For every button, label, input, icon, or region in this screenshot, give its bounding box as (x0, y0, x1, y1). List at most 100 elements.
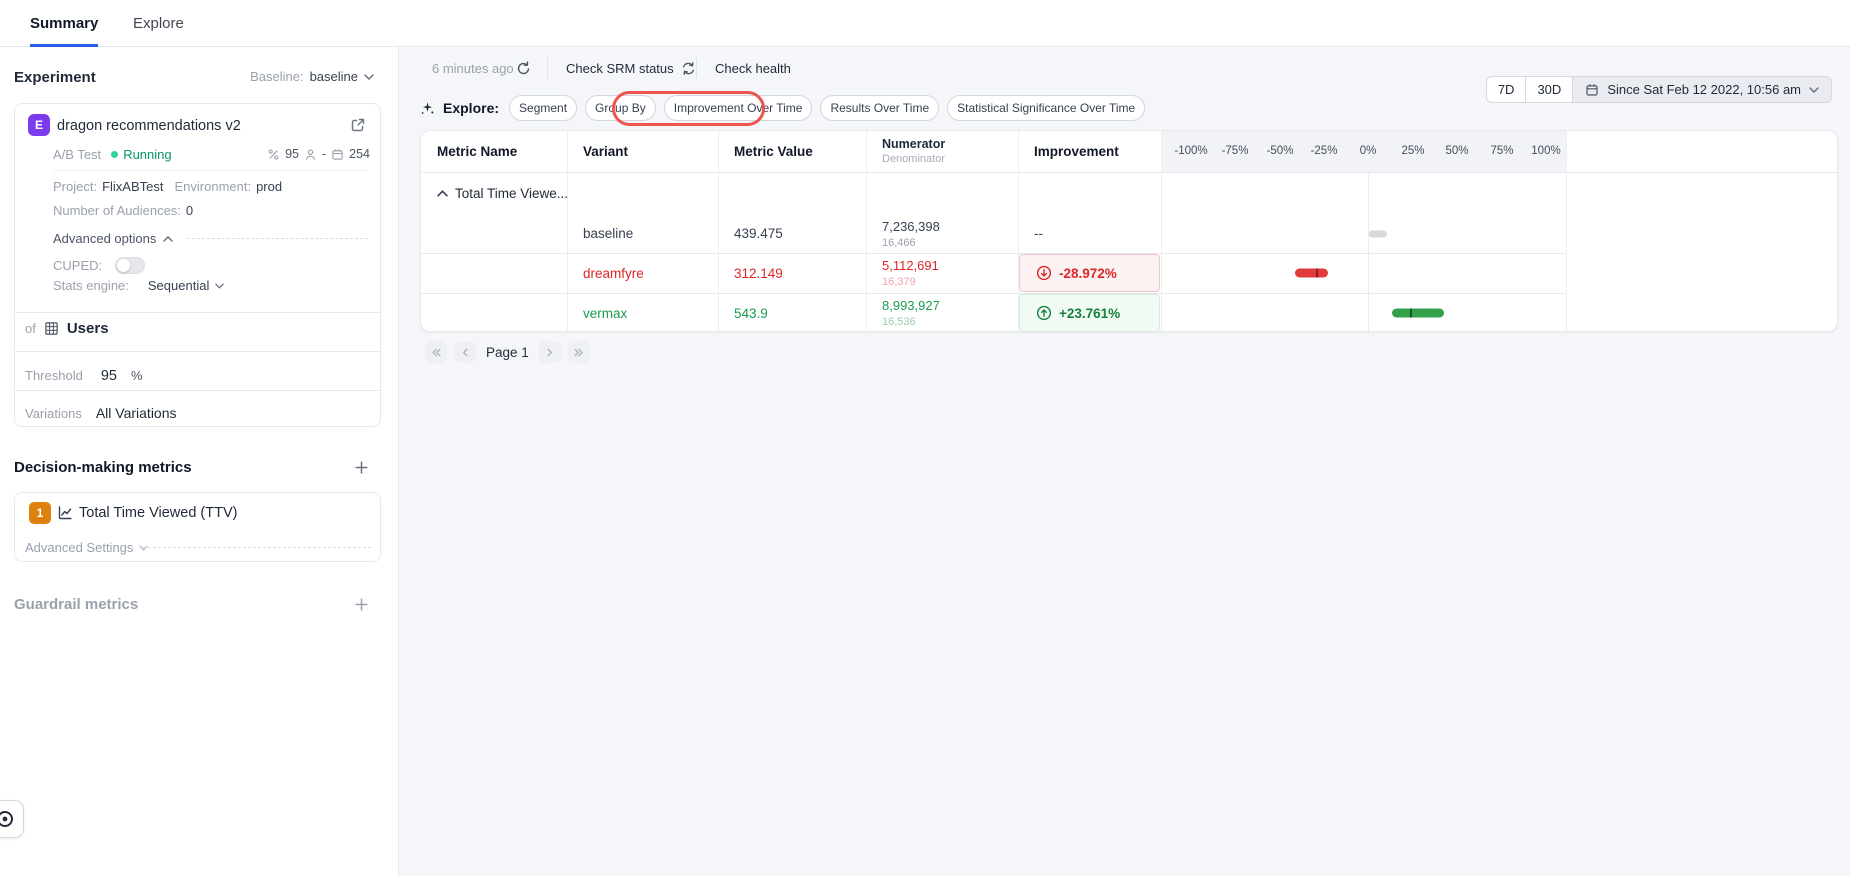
cuped-row: CUPED: (53, 257, 146, 274)
advanced-settings-label: Advanced Settings (25, 540, 134, 555)
unit-type-row[interactable]: of Users (25, 320, 109, 337)
help-widget-button[interactable] (0, 800, 24, 838)
axis-tick: 75% (1490, 145, 1514, 157)
add-decision-metric-button[interactable] (354, 460, 370, 476)
stats-engine-value: Sequential (147, 278, 210, 293)
variations-value[interactable]: All Variations (96, 405, 177, 421)
confidence-interval-bar (1161, 293, 1566, 333)
axis-tick: -100% (1174, 145, 1208, 157)
refresh-button[interactable] (516, 60, 531, 76)
metric-value: 312.149 (734, 265, 783, 281)
experiment-section-title: Experiment (14, 69, 96, 86)
divider (187, 238, 368, 239)
col-header-metric-value: Metric Value (734, 144, 813, 159)
divider (567, 131, 568, 333)
chevron-right-icon (547, 348, 553, 356)
guardrail-metrics-title: Guardrail metrics (14, 596, 139, 613)
explore-bar: Explore: Segment Group By Improvement Ov… (420, 95, 1146, 121)
explore-segment-button[interactable]: Segment (509, 95, 578, 121)
baseline-value: baseline (309, 69, 358, 84)
explore-group-by-button[interactable]: Group By (585, 95, 656, 121)
divider (53, 170, 368, 171)
last-page-button[interactable] (567, 341, 590, 363)
threshold-value[interactable]: 95 (101, 368, 117, 384)
tab-summary[interactable]: Summary (30, 0, 99, 47)
axis-tick: -25% (1310, 145, 1338, 157)
tab-summary-label: Summary (30, 15, 99, 32)
threshold-row: Threshold 95 % (25, 361, 143, 390)
segment-label: Segment (519, 101, 568, 115)
chevron-down-icon (1809, 86, 1819, 93)
next-page-button[interactable] (538, 341, 561, 363)
stats-engine-selector[interactable]: Sequential (147, 278, 225, 293)
confidence-interval-bar (1161, 214, 1566, 253)
results-over-time-label: Results Over Time (830, 101, 930, 115)
prev-page-button[interactable] (454, 341, 476, 363)
numerator-value: 8,993,927 (882, 298, 940, 313)
ci-center-tick (1316, 268, 1319, 278)
check-srm-button[interactable]: Check SRM status (566, 60, 696, 76)
metric-name: Total Time Viewed (TTV) (79, 505, 238, 521)
numerator-denominator: 8,993,927 16,536 (882, 298, 940, 328)
page-indicator: Page 1 (486, 344, 529, 360)
results-table: -100% -75% -50% -25% 0% 25% 50% 75% 100%… (420, 130, 1839, 333)
improvement-badge-positive: +23.761% (1019, 294, 1160, 332)
improvement-value: +23.761% (1059, 305, 1121, 321)
bullseye-icon (0, 811, 13, 827)
metric-rank-badge: 1 (29, 502, 51, 524)
pagination: Page 1 (425, 341, 590, 363)
ci-bar-negative (1295, 268, 1329, 278)
circle-arrow-down-icon (1036, 265, 1052, 281)
improvement-value: -- (1034, 226, 1043, 241)
advanced-options-toggle[interactable]: Advanced options (53, 231, 174, 246)
open-experiment-button[interactable] (350, 117, 366, 133)
divider (696, 58, 697, 78)
last-refresh-label: 6 minutes ago (432, 60, 514, 76)
improvement-value: -28.972% (1059, 265, 1117, 281)
denominator-header-label: Denominator (882, 153, 945, 165)
decision-metric-card[interactable]: 1 Total Time Viewed (TTV) Advanced Setti… (14, 492, 381, 562)
advanced-options-label: Advanced options (53, 231, 157, 246)
days-stat-value: 254 (349, 147, 370, 161)
toggle-knob (117, 259, 131, 272)
baseline-selector[interactable]: Baseline: baseline (250, 69, 374, 84)
range-30d-button[interactable]: 30D (1526, 77, 1574, 102)
status-badge: Running (123, 146, 172, 162)
range-30d-label: 30D (1537, 82, 1562, 97)
percent-allocation-icon (268, 148, 279, 160)
status-dot-icon (111, 150, 119, 158)
variant-name: dreamfyre (583, 265, 644, 281)
stats-engine-row: Stats engine: Sequential (53, 278, 225, 293)
advanced-settings-toggle[interactable]: Advanced Settings (25, 540, 149, 555)
grid-table-icon (45, 322, 58, 335)
first-page-button[interactable] (425, 341, 447, 363)
check-health-label: Check health (715, 60, 791, 76)
check-health-button[interactable]: Check health (715, 60, 791, 76)
chevron-left-icon (462, 348, 468, 356)
add-guardrail-metric-button[interactable] (354, 597, 370, 613)
project-environment-row: Project: FlixABTest Environment: prod (53, 179, 282, 194)
denominator-value: 16,379 (882, 276, 916, 288)
axis-tick: 50% (1445, 145, 1469, 157)
divider (15, 351, 380, 352)
double-chevron-left-icon (431, 348, 441, 356)
explore-improvement-over-time-button[interactable]: Improvement Over Time (663, 95, 813, 121)
divider (718, 131, 719, 333)
tab-explore[interactable]: Explore (133, 0, 184, 47)
date-picker-button[interactable]: Since Sat Feb 12 2022, 10:56 am (1573, 77, 1831, 102)
plus-icon (355, 461, 368, 474)
date-range-controls: 7D 30D Since Sat Feb 12 2022, 10:56 am (1485, 76, 1832, 103)
range-7d-button[interactable]: 7D (1486, 77, 1527, 102)
variations-label: Variations (25, 405, 82, 421)
audiences-row: Number of Audiences: 0 (53, 203, 193, 218)
last-refresh-status: 6 minutes ago (432, 60, 514, 76)
metric-group-toggle[interactable]: Total Time Viewe... (437, 172, 568, 214)
check-srm-label: Check SRM status (566, 60, 674, 76)
cuped-toggle[interactable] (115, 257, 146, 274)
explore-results-over-time-button[interactable]: Results Over Time (820, 95, 940, 121)
experiment-status-row: A/B Test Running 95 - 254 (53, 146, 370, 162)
divider (421, 172, 1839, 173)
divider (15, 312, 380, 313)
chevron-up-icon (163, 235, 174, 242)
explore-stat-significance-button[interactable]: Statistical Significance Over Time (947, 95, 1146, 121)
